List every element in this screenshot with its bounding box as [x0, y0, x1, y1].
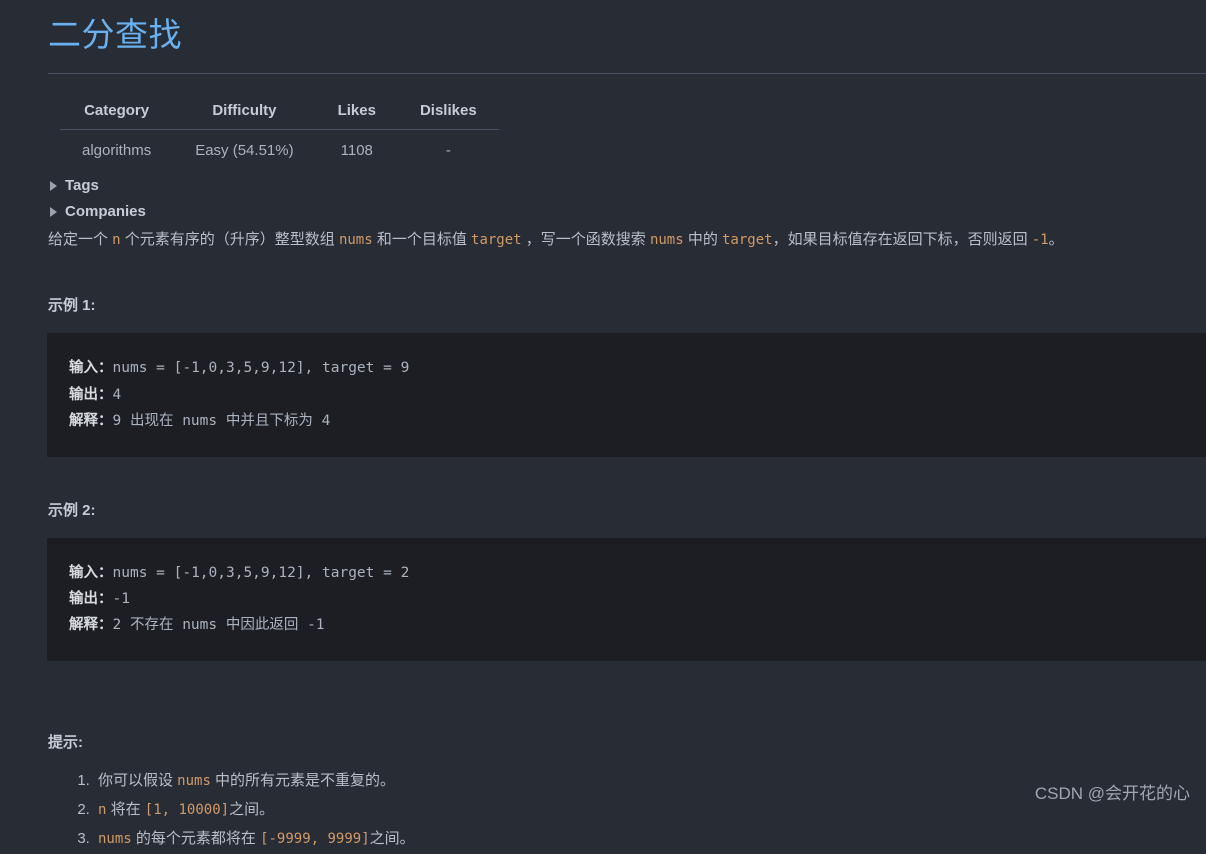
- title-divider: [48, 72, 1206, 74]
- example-1-explain-value: 9 出现在 nums 中并且下标为 4: [112, 413, 331, 430]
- example-2-heading: 示例 2:: [48, 501, 96, 519]
- example-1-code-block: 输入：nums = [-1,0,3,5,9,12], target = 9 输出…: [47, 333, 1206, 457]
- example-1-output-label: 输出：: [69, 386, 113, 403]
- desc-code-nums-2: nums: [649, 232, 684, 249]
- problem-description: 给定一个 n 个元素有序的（升序）整型数组 nums 和一个目标值 target…: [48, 228, 1206, 252]
- desc-seg-6: ，如果目标值存在返回下标，否则返回: [772, 231, 1032, 249]
- desc-code-target-2: target: [722, 232, 773, 249]
- desc-code-nums: nums: [338, 232, 373, 249]
- hint-3-code-range: [-9999, 9999]: [260, 831, 370, 848]
- problem-meta-table: Category Difficulty Likes Dislikes algor…: [60, 95, 499, 165]
- example-1-input-value: nums = [-1,0,3,5,9,12], target = 9: [112, 360, 410, 377]
- column-header-difficulty: Difficulty: [173, 95, 316, 130]
- collapsible-tags[interactable]: Tags: [48, 175, 1206, 197]
- cell-difficulty: Easy (54.51%): [195, 141, 294, 159]
- problem-page: 二分查找 Category Difficulty Likes Dislikes …: [0, 0, 1206, 854]
- hint-3-post: 之间。: [369, 830, 415, 848]
- cell-category: algorithms: [82, 141, 152, 159]
- table-header-row: Category Difficulty Likes Dislikes: [60, 95, 499, 130]
- desc-seg-5: 中的: [683, 231, 722, 249]
- hint-1-pre: 你可以假设: [98, 771, 178, 789]
- collapsible-companies-label: Companies: [65, 202, 146, 220]
- triangle-right-icon: [50, 206, 57, 217]
- example-1-heading: 示例 1:: [48, 297, 96, 315]
- hints-heading: 提示:: [48, 733, 83, 751]
- column-header-dislikes: Dislikes: [397, 95, 499, 130]
- desc-code-minus-one: -1: [1031, 232, 1049, 249]
- hint-1-code: nums: [177, 772, 211, 789]
- example-2-input-label: 输入：: [69, 564, 113, 581]
- hint-2-code-range: [1, 10000]: [144, 801, 230, 818]
- example-2-explain-value: 2 不存在 nums 中因此返回 -1: [112, 617, 325, 634]
- example-2-output-value: -1: [112, 590, 130, 607]
- example-2-input-value: nums = [-1,0,3,5,9,12], target = 2: [112, 564, 410, 581]
- collapsible-companies[interactable]: Companies: [48, 201, 1206, 223]
- cell-likes: 1108: [340, 141, 373, 159]
- hint-3-mid: 的每个元素都将在: [131, 830, 261, 848]
- desc-seg-2: 个元素有序的（升序）整型数组: [120, 231, 339, 249]
- hint-1-post: 中的所有元素是不重复的。: [210, 771, 396, 789]
- desc-code-n: n: [112, 232, 121, 249]
- example-2-output-label: 输出：: [69, 590, 113, 607]
- example-1-input-label: 输入：: [69, 360, 113, 377]
- hint-2-mid: 将在: [106, 800, 145, 818]
- list-item: nums 的每个元素都将在 [-9999, 9999]之间。: [94, 824, 1206, 853]
- triangle-right-icon: [50, 180, 57, 191]
- cell-dislikes: -: [445, 141, 451, 159]
- hint-2-post: 之间。: [229, 800, 275, 818]
- example-2-code-block: 输入：nums = [-1,0,3,5,9,12], target = 2 输出…: [47, 537, 1206, 661]
- page-title: 二分查找: [48, 16, 182, 53]
- collapsible-tags-label: Tags: [65, 176, 99, 194]
- column-header-category: Category: [60, 95, 174, 130]
- csdn-watermark: CSDN @会开花的心: [1034, 784, 1190, 803]
- example-1-output-value: 4: [112, 386, 122, 403]
- desc-seg-3: 和一个目标值: [372, 231, 472, 249]
- example-1-explain-label: 解释：: [69, 413, 113, 430]
- hint-3-code: nums: [98, 831, 132, 848]
- example-2-explain-label: 解释：: [69, 617, 113, 634]
- hints-list: 你可以假设 nums 中的所有元素是不重复的。 n 将在 [1, 10000]之…: [48, 766, 1206, 854]
- desc-code-target: target: [471, 232, 522, 249]
- desc-seg-7: 。: [1048, 231, 1064, 249]
- table-row: algorithms Easy (54.51%) 1108 -: [60, 129, 499, 165]
- column-header-likes: Likes: [315, 95, 398, 130]
- desc-seg-4: ，写一个函数搜索: [521, 231, 650, 249]
- desc-seg-1: 给定一个: [48, 231, 113, 249]
